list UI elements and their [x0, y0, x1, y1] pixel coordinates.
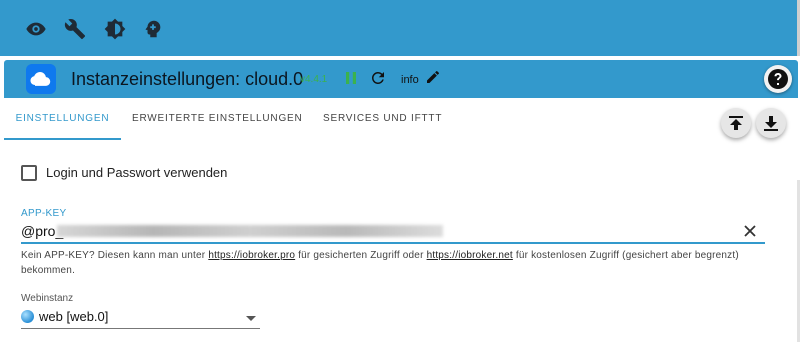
login-checkbox-label: Login und Passwort verwenden [46, 165, 228, 180]
tab-services-und-ifttt[interactable]: SERVICES UND IFTTT [323, 98, 442, 140]
iobroker-pro-link[interactable]: https://iobroker.pro [208, 250, 295, 261]
pause-icon[interactable] [342, 69, 360, 87]
app-key-masked-value [57, 225, 443, 237]
login-checkbox[interactable] [21, 165, 37, 181]
cloud-logo-icon [26, 64, 56, 94]
help-icon[interactable] [764, 65, 792, 93]
pencil-icon[interactable] [425, 69, 443, 87]
tab-erweiterte-einstellungen[interactable]: ERWEITERTE EINSTELLUNGEN [132, 98, 303, 140]
clear-icon[interactable] [742, 223, 758, 239]
upload-icon[interactable] [721, 108, 751, 138]
top-toolbar [0, 0, 800, 56]
wrench-icon[interactable] [64, 18, 86, 40]
help-text-prefix: Kein APP-KEY? Diesen kann man unter [21, 250, 209, 261]
webinstance-select[interactable]: web [web.0] [21, 308, 260, 329]
instance-header: Instanzeinstellungen: cloud.0 v4.4.1 inf… [4, 60, 798, 98]
page-title: Instanzeinstellungen: cloud.0 [71, 69, 304, 89]
version-badge: v4.4.1 [300, 74, 328, 85]
eye-icon[interactable] [25, 18, 47, 40]
reload-icon[interactable] [369, 69, 387, 87]
web-adapter-icon [21, 310, 34, 323]
app-key-label: APP-KEY [21, 208, 67, 219]
brightness-icon[interactable] [104, 18, 126, 40]
webinstance-value: web [web.0] [39, 309, 109, 324]
help-text-middle: für gesicherten Zugriff oder [295, 250, 427, 261]
iobroker-net-link[interactable]: https://iobroker.net [427, 250, 513, 261]
brain-icon[interactable] [142, 18, 164, 40]
info-label[interactable]: info [401, 74, 419, 86]
app-key-help-text: Kein APP-KEY? Diesen kann man unter http… [21, 248, 761, 278]
download-icon[interactable] [756, 108, 786, 138]
chevron-down-icon [246, 316, 256, 321]
webinstance-label: Webinstanz [21, 293, 74, 304]
tab-einstellungen[interactable]: EINSTELLUNGEN [4, 98, 121, 140]
settings-tabs: EINSTELLUNGEN ERWEITERTE EINSTELLUNGEN S… [4, 98, 798, 140]
